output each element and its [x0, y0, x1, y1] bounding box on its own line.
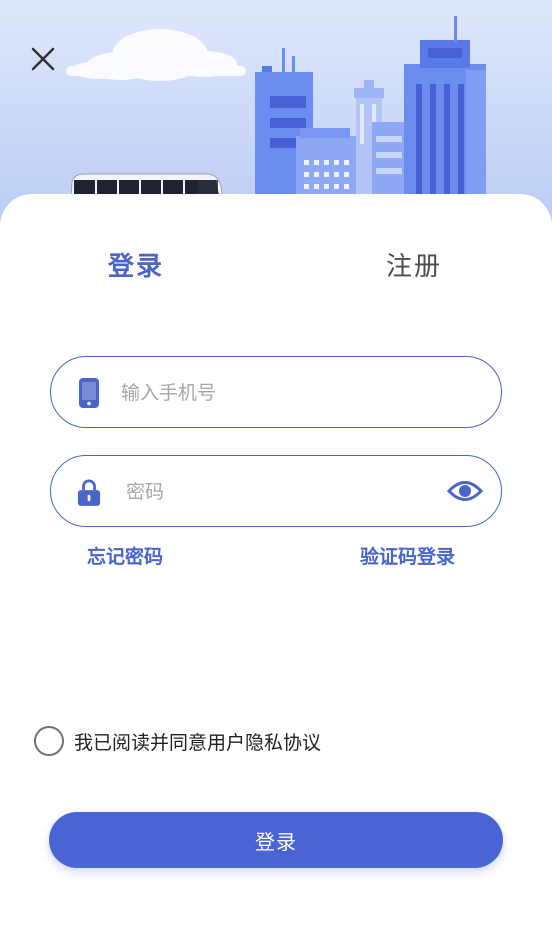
lock-icon — [77, 479, 101, 506]
password-field[interactable] — [50, 455, 502, 527]
sms-login-link[interactable]: 验证码登录 — [360, 542, 455, 569]
tab-register[interactable]: 注册 — [386, 246, 442, 283]
auth-tabs: 登录 注册 — [0, 246, 552, 296]
password-input[interactable] — [126, 474, 426, 510]
phone-input[interactable] — [121, 375, 421, 411]
login-button[interactable]: 登录 — [49, 812, 503, 868]
agreement-row: 我已阅读并同意用户隐私协议 — [34, 726, 321, 756]
forgot-password-link[interactable]: 忘记密码 — [87, 542, 163, 569]
phone-icon — [79, 378, 99, 408]
eye-icon[interactable] — [447, 478, 483, 504]
login-card: 登录 注册 忘记密码 验证码登录 我已阅读并同意用户隐私协议 登录 — [0, 194, 552, 950]
agreement-text[interactable]: 我已阅读并同意用户隐私协议 — [74, 728, 321, 755]
phone-field[interactable] — [50, 356, 502, 428]
agreement-radio[interactable] — [34, 726, 64, 756]
tab-login[interactable]: 登录 — [108, 246, 164, 283]
close-icon[interactable] — [28, 44, 58, 74]
